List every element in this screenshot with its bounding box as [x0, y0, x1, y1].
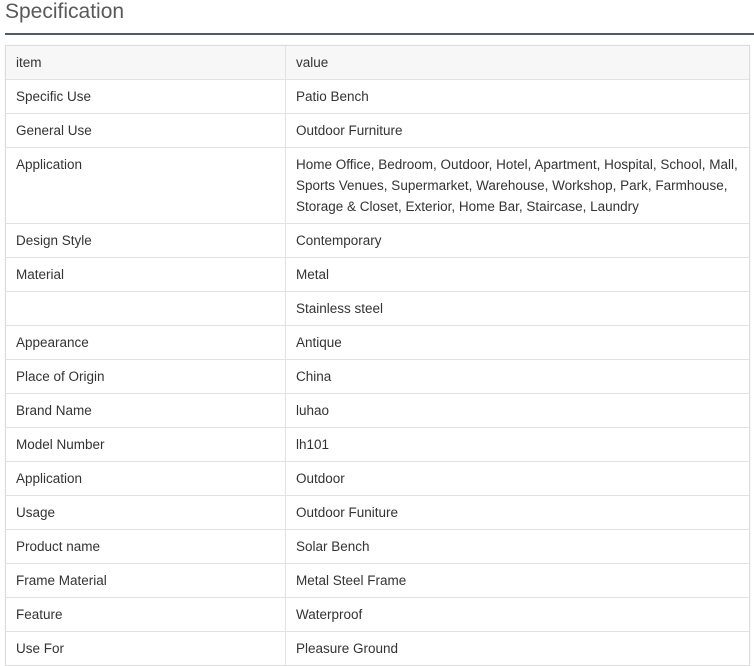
row-item: Usage: [6, 495, 286, 530]
row-value: Outdoor Funiture: [285, 495, 749, 530]
table-row: Application Outdoor: [6, 461, 749, 496]
row-item: Feature: [6, 597, 286, 632]
row-value: Stainless steel: [285, 291, 749, 326]
page-title: Specification: [5, 0, 125, 23]
specification-table-container: item value Specific Use Patio Bench Gene…: [5, 45, 750, 666]
row-value: Contemporary: [285, 223, 749, 258]
table-row: Material Metal: [6, 257, 749, 292]
table-row: Brand Name luhao: [6, 393, 749, 428]
table-row: Stainless steel: [6, 291, 749, 326]
row-item: Place of Origin: [6, 359, 286, 394]
row-item: Specific Use: [6, 79, 286, 114]
row-item: [6, 291, 286, 326]
table-row: Product name Solar Bench: [6, 529, 749, 564]
row-item: Product name: [6, 529, 286, 564]
table-row: Specific Use Patio Bench: [6, 79, 749, 114]
row-item: Application: [6, 461, 286, 496]
row-value: Metal: [285, 257, 749, 292]
row-value: Home Office, Bedroom, Outdoor, Hotel, Ap…: [285, 147, 749, 224]
row-value: China: [285, 359, 749, 394]
row-value: Outdoor: [285, 461, 749, 496]
row-item: Application: [6, 147, 286, 224]
row-item: Use For: [6, 631, 286, 665]
table-row: Model Number lh101: [6, 427, 749, 462]
table-row: Application Home Office, Bedroom, Outdoo…: [6, 147, 749, 224]
table-header-row: item value: [6, 46, 749, 80]
table-row: Frame Material Metal Steel Frame: [6, 563, 749, 598]
row-value: Pleasure Ground: [296, 641, 399, 656]
row-value: lh101: [285, 427, 749, 462]
row-item: General Use: [6, 113, 286, 148]
table-row: Use For Pleasure Ground: [6, 631, 749, 665]
row-value: Outdoor Furniture: [285, 113, 749, 148]
row-value: Metal Steel Frame: [285, 563, 749, 598]
table-row: Place of Origin China: [6, 359, 749, 394]
row-value: luhao: [285, 393, 749, 428]
table-row: Feature Waterproof: [6, 597, 749, 632]
row-value: Patio Bench: [285, 79, 749, 114]
row-item: Model Number: [6, 427, 286, 462]
row-value: Solar Bench: [285, 529, 749, 564]
header-item: item: [6, 46, 286, 80]
header-value: value: [285, 46, 749, 80]
title-divider: [5, 33, 754, 35]
table-row: Usage Outdoor Funiture: [6, 495, 749, 530]
table-row: General Use Outdoor Furniture: [6, 113, 749, 148]
row-value: Waterproof: [285, 597, 749, 632]
row-item: Frame Material: [6, 563, 286, 598]
row-value: Antique: [285, 325, 749, 360]
table-row: Appearance Antique: [6, 325, 749, 360]
row-item: Material: [6, 257, 286, 292]
table-row: Design Style Contemporary: [6, 223, 749, 258]
row-item: Brand Name: [6, 393, 286, 428]
row-item: Appearance: [6, 325, 286, 360]
specification-table: item value Specific Use Patio Bench Gene…: [6, 46, 749, 665]
row-item: Design Style: [6, 223, 286, 258]
